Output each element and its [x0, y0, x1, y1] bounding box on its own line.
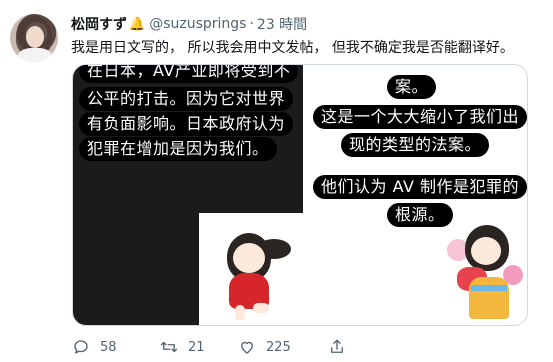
tweet-actions: 58 21 225 — [72, 336, 372, 358]
chibi-girl-kimono-illustration — [447, 225, 527, 323]
retweet-button[interactable]: 21 — [160, 336, 205, 358]
tweet-media[interactable]: 在日本，AV产业即将受到不 公平的打击。因为它对世界 有负面影响。日本政府认为 … — [72, 64, 528, 326]
media-image-right[interactable]: 案。 这是一个大大缩小了我们出 现的类型的法案。 他们认为 AV 制作是犯罪的 … — [305, 65, 527, 325]
like-icon — [241, 341, 253, 354]
caption-line: 公平的打击。因为它对世界 — [79, 87, 294, 111]
caption-line: 案。 — [387, 75, 437, 99]
author-handle[interactable]: @suzusprings — [149, 16, 246, 32]
like-button[interactable]: 225 — [238, 336, 291, 358]
caption-line: 他们认为 AV 制作是犯罪的 — [313, 175, 527, 199]
caption-line: 有负面影响。日本政府认为 — [79, 112, 294, 136]
retweet-icon — [160, 341, 178, 353]
media-image-left[interactable]: 在日本，AV产业即将受到不 公平的打击。因为它对世界 有负面影响。日本政府认为 … — [73, 65, 303, 325]
tweet-timestamp[interactable]: 23 時間 — [257, 14, 307, 34]
reply-icon — [74, 340, 88, 354]
chibi-girl-illustration — [213, 233, 293, 323]
tweet-text: 我是用日文写的， 所以我会用中文发帖， 但我不确定我是否能翻译好。 — [71, 40, 514, 56]
reply-count: 58 — [100, 339, 117, 355]
caption-line: 现的类型的法案。 — [341, 133, 490, 157]
tweet-header: 松岡すず 🔔 @suzusprings · 23 時間 — [71, 14, 307, 34]
author-name[interactable]: 松岡すず — [71, 14, 127, 34]
like-count: 225 — [266, 339, 291, 355]
caption-line: 在日本，AV产业即将受到不 — [79, 65, 299, 83]
reply-button[interactable]: 58 — [72, 336, 117, 358]
avatar[interactable] — [10, 14, 58, 62]
bell-emoji: 🔔 — [129, 16, 146, 32]
caption-line: 这是一个大大缩小了我们出 — [313, 105, 527, 129]
separator-dot: · — [249, 16, 254, 32]
caption-line: 犯罪在增加是因为我们。 — [79, 137, 277, 161]
share-button[interactable] — [328, 336, 346, 358]
retweet-count: 21 — [188, 339, 205, 355]
share-icon — [331, 339, 343, 353]
caption-line: 根源。 — [387, 203, 453, 227]
